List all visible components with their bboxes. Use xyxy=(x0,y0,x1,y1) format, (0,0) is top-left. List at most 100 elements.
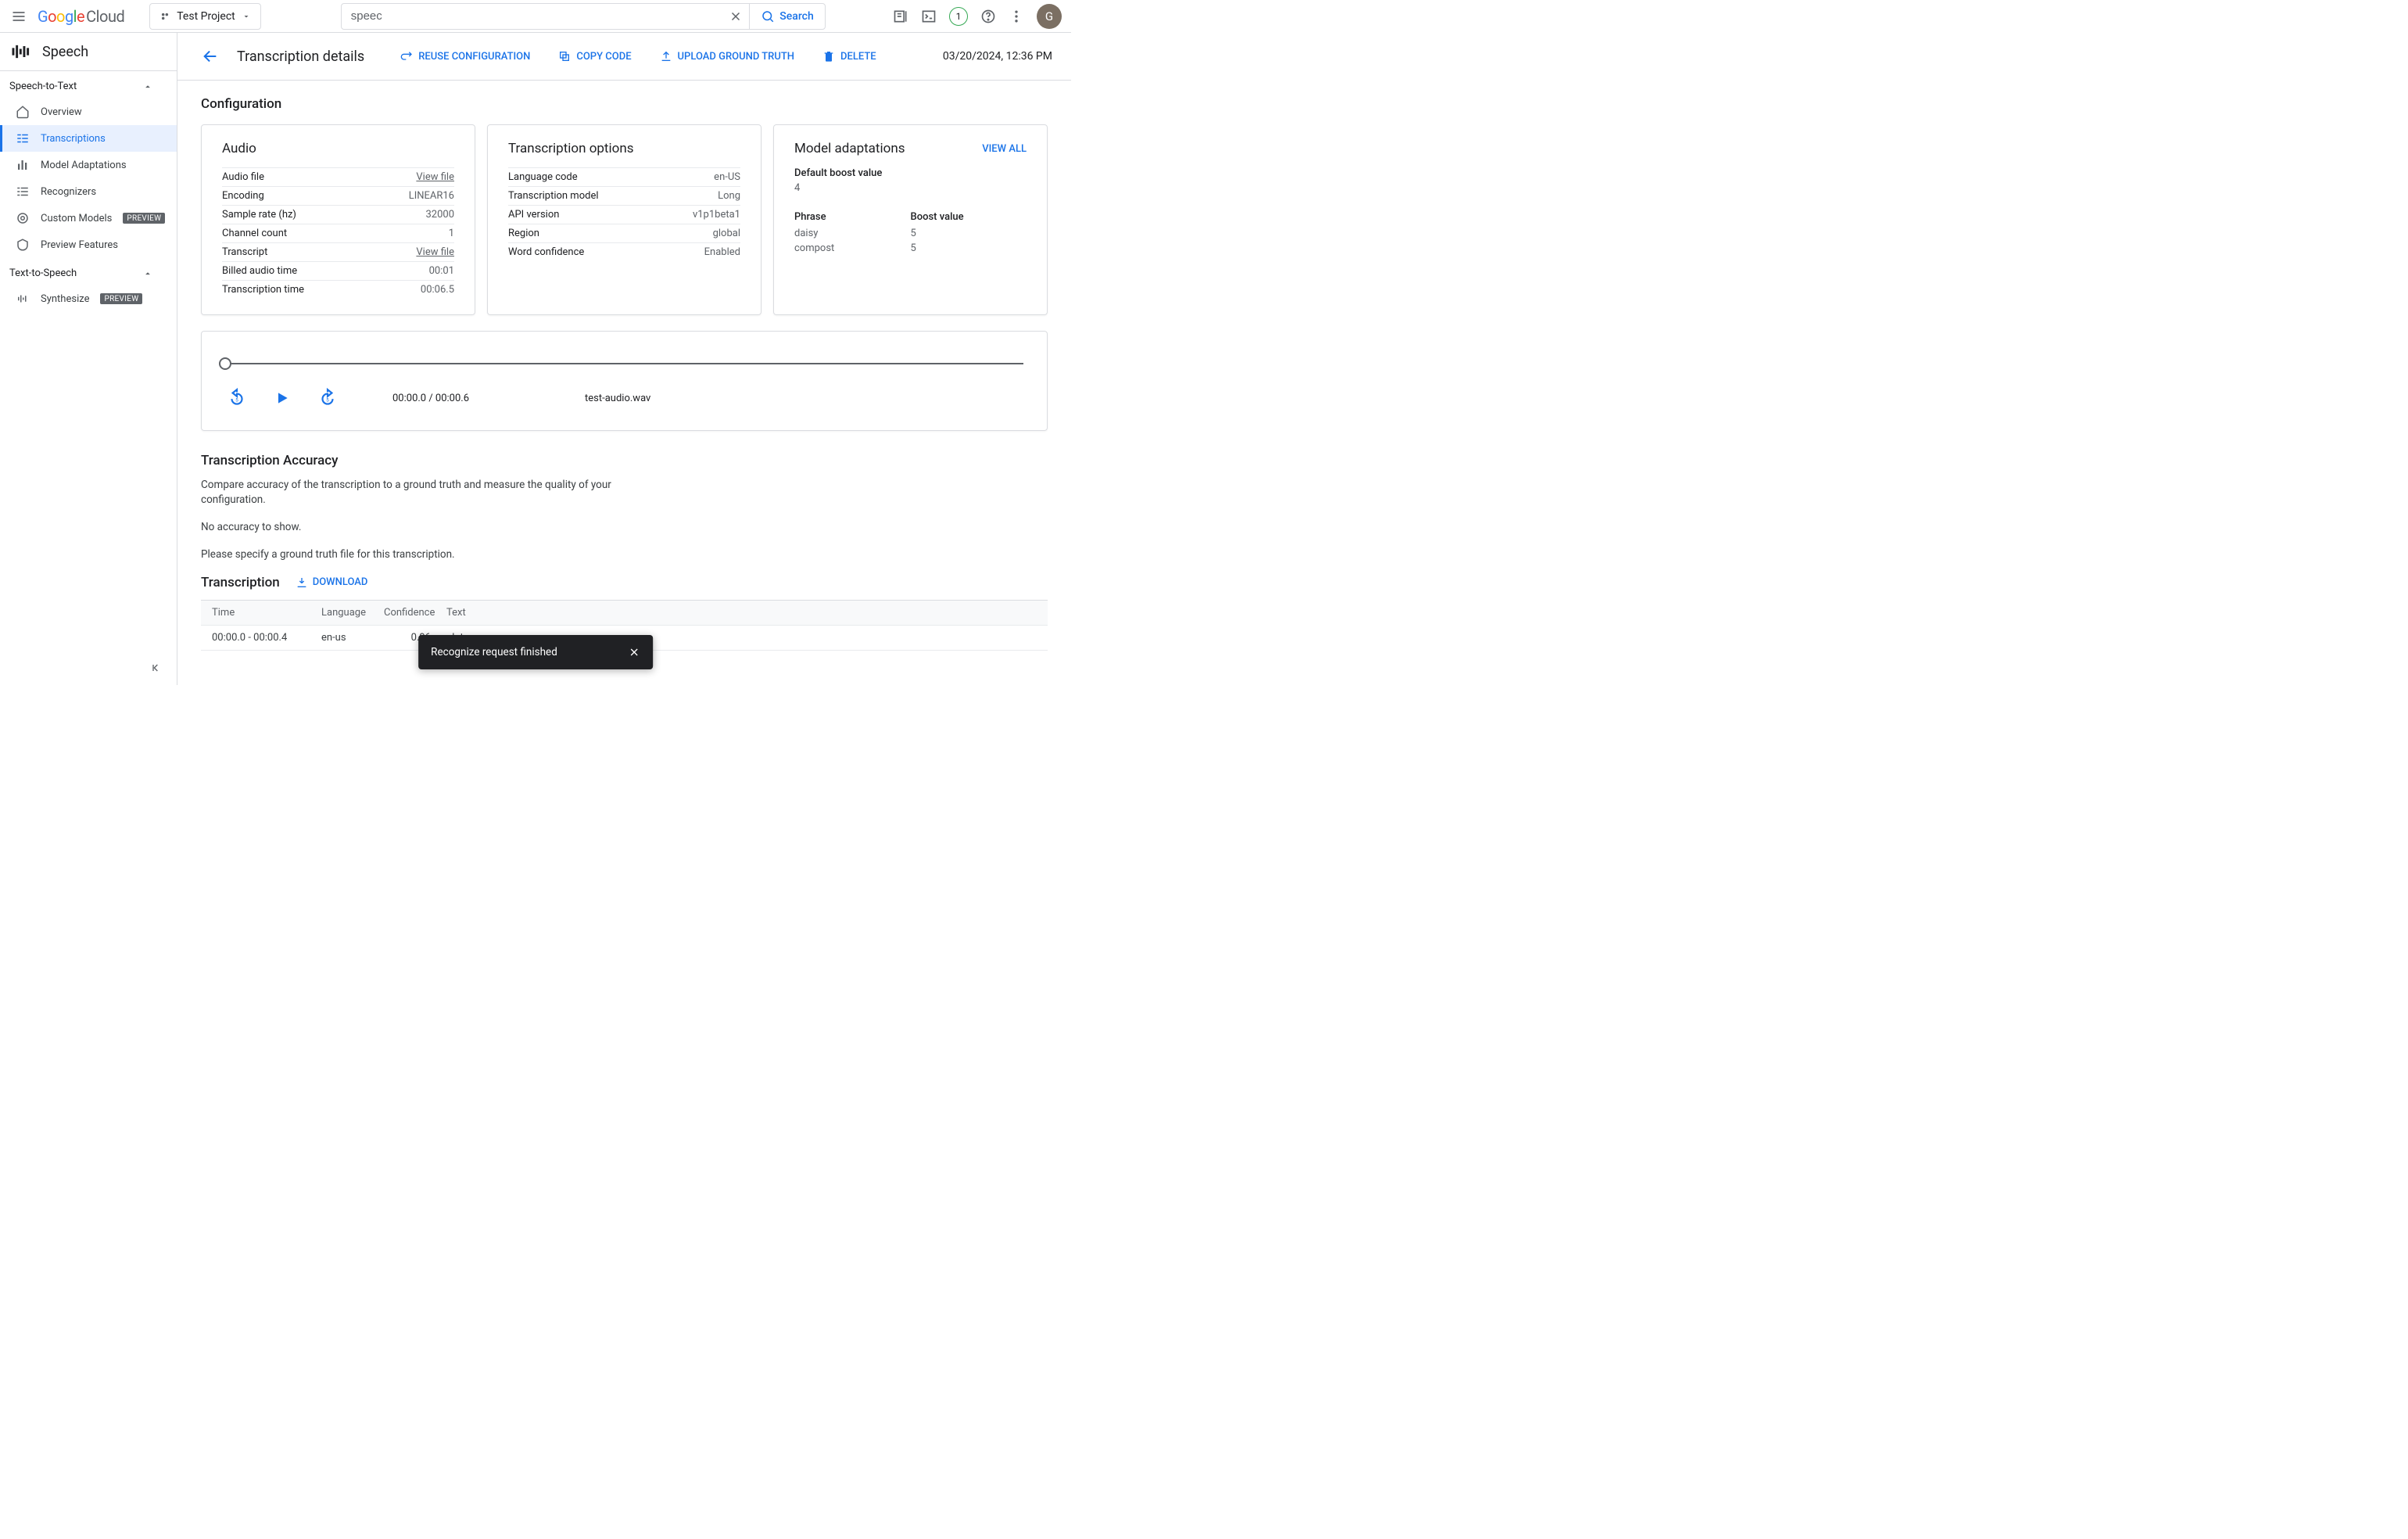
page-title: Transcription details xyxy=(237,48,364,65)
boost-row: daisy xyxy=(794,226,911,241)
project-icon xyxy=(159,11,170,22)
close-icon xyxy=(729,9,743,23)
redo-icon xyxy=(400,50,413,63)
account-avatar[interactable]: G xyxy=(1037,4,1062,29)
preview-badge: PREVIEW xyxy=(123,213,165,224)
trash-icon xyxy=(822,50,835,63)
card-options-title: Transcription options xyxy=(508,141,740,156)
chevron-up-icon xyxy=(142,81,153,92)
cloud-shell-editor-icon[interactable] xyxy=(893,9,908,24)
arrow-left-icon xyxy=(202,48,219,65)
custom-models-icon xyxy=(16,211,30,225)
configuration-title: Configuration xyxy=(201,96,1048,112)
collapse-sidebar-button[interactable] xyxy=(150,662,163,677)
copy-icon xyxy=(558,50,571,63)
product-title: Speech xyxy=(42,44,88,60)
project-name: Test Project xyxy=(177,10,235,23)
boost-header: Boost value xyxy=(911,208,1027,226)
card-model-adaptations: Model adaptations VIEW ALL Default boost… xyxy=(773,124,1048,315)
avatar-letter: G xyxy=(1045,9,1053,23)
table-header: Time Language Confidence Text xyxy=(201,601,1048,625)
search-button[interactable]: Search xyxy=(749,4,824,29)
sidebar-item-transcriptions[interactable]: Transcriptions xyxy=(0,125,177,152)
forward-icon: 5 xyxy=(317,388,338,408)
transcriptions-icon xyxy=(16,131,30,145)
sidebar-item-synthesize[interactable]: Synthesize PREVIEW xyxy=(0,285,177,312)
replay-icon: 5 xyxy=(227,388,247,408)
play-icon xyxy=(274,390,290,406)
more-options-icon[interactable] xyxy=(1009,9,1024,24)
page-header: Transcription details REUSE CONFIGURATIO… xyxy=(177,33,1071,81)
section-speech-to-text[interactable]: Speech-to-Text xyxy=(0,71,177,99)
sidebar-item-recognizers[interactable]: Recognizers xyxy=(0,178,177,205)
transcription-title: Transcription xyxy=(201,575,280,590)
back-button[interactable] xyxy=(196,42,224,70)
section-text-to-speech[interactable]: Text-to-Speech xyxy=(0,258,177,285)
play-button[interactable] xyxy=(271,386,294,410)
search-bar: Search xyxy=(341,3,826,30)
slider-thumb[interactable] xyxy=(219,357,231,370)
upload-icon xyxy=(660,50,672,63)
forward-5-button[interactable]: 5 xyxy=(316,386,339,410)
view-audio-file-link[interactable]: View file xyxy=(416,171,454,183)
sidebar-item-preview-features[interactable]: Preview Features xyxy=(0,231,177,258)
accuracy-desc: Compare accuracy of the transcription to… xyxy=(201,478,670,508)
notifications-button[interactable]: 1 xyxy=(949,7,968,26)
svg-text:5: 5 xyxy=(235,396,238,403)
adaptations-icon xyxy=(16,158,30,172)
synthesize-icon xyxy=(16,292,30,306)
delete-button[interactable]: DELETE xyxy=(815,45,884,67)
home-icon xyxy=(16,105,30,119)
boost-row: compost xyxy=(794,241,911,256)
sidebar-item-overview[interactable]: Overview xyxy=(0,99,177,125)
preview-features-icon xyxy=(16,238,30,252)
audio-player: 5 5 00:00.0 / 00:00.6 test-audio.wav xyxy=(201,331,1048,431)
close-icon xyxy=(628,646,640,658)
search-icon xyxy=(761,9,775,23)
cloud-shell-icon[interactable] xyxy=(921,9,937,24)
phrase-header: Phrase xyxy=(794,208,911,226)
sidebar: Speech Speech-to-Text Overview Transcrip… xyxy=(0,33,177,685)
svg-text:5: 5 xyxy=(326,396,329,403)
preview-badge: PREVIEW xyxy=(100,293,142,304)
card-audio-title: Audio xyxy=(222,141,454,156)
recognizers-icon xyxy=(16,185,30,199)
default-boost-label: Default boost value xyxy=(794,167,1027,179)
speech-icon xyxy=(9,41,31,63)
main-content: Transcription details REUSE CONFIGURATIO… xyxy=(177,33,1071,685)
toast-message: Recognize request finished xyxy=(431,646,557,658)
search-clear-button[interactable] xyxy=(722,4,749,29)
player-slider[interactable] xyxy=(225,363,1023,364)
upload-ground-truth-button[interactable]: UPLOAD GROUND TRUTH xyxy=(652,45,802,67)
player-time: 00:00.0 / 00:00.6 xyxy=(392,393,469,404)
toast-close-button[interactable] xyxy=(628,646,640,658)
top-right-actions: 1 G xyxy=(893,4,1062,29)
chevron-up-icon xyxy=(142,268,153,279)
timestamp: 03/20/2024, 12:36 PM xyxy=(943,50,1052,63)
card-transcription-options: Transcription options Language codeen-US… xyxy=(487,124,761,315)
help-icon[interactable] xyxy=(980,9,996,24)
toast: Recognize request finished xyxy=(418,635,653,669)
reuse-configuration-button[interactable]: REUSE CONFIGURATION xyxy=(392,45,538,67)
hamburger-icon[interactable] xyxy=(9,7,28,26)
product-header[interactable]: Speech xyxy=(0,33,177,71)
top-bar: GoogleCloud Test Project Search 1 xyxy=(0,0,1071,33)
accuracy-title: Transcription Accuracy xyxy=(201,453,1048,468)
copy-code-button[interactable]: COPY CODE xyxy=(550,45,639,67)
accuracy-none: No accuracy to show. xyxy=(201,520,670,535)
search-input[interactable] xyxy=(342,4,723,29)
view-all-button[interactable]: VIEW ALL xyxy=(982,143,1027,155)
collapse-icon xyxy=(150,662,163,674)
sidebar-item-model-adaptations[interactable]: Model Adaptations xyxy=(0,152,177,178)
sidebar-item-custom-models[interactable]: Custom Models PREVIEW xyxy=(0,205,177,231)
project-picker[interactable]: Test Project xyxy=(149,3,260,30)
download-button[interactable]: DOWNLOAD xyxy=(296,576,368,589)
accuracy-hint: Please specify a ground truth file for t… xyxy=(201,547,670,562)
replay-5-button[interactable]: 5 xyxy=(225,386,249,410)
card-adaptations-title: Model adaptations xyxy=(794,141,905,156)
card-audio: Audio Audio fileView file EncodingLINEAR… xyxy=(201,124,475,315)
google-cloud-logo[interactable]: GoogleCloud xyxy=(38,7,124,26)
view-transcript-file-link[interactable]: View file xyxy=(416,246,454,258)
chevron-down-icon xyxy=(242,12,251,21)
default-boost-value: 4 xyxy=(794,182,1027,194)
